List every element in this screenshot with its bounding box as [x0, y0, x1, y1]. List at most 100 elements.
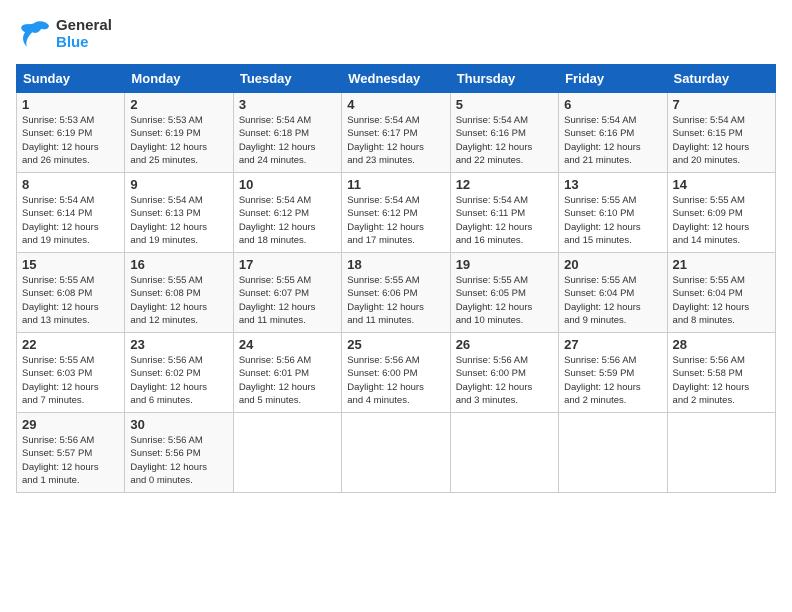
- day-number: 13: [564, 177, 661, 192]
- calendar-cell: 4 Sunrise: 5:54 AM Sunset: 6:17 PM Daylig…: [342, 93, 450, 173]
- calendar-cell: 28 Sunrise: 5:56 AM Sunset: 5:58 PM Dayli…: [667, 333, 775, 413]
- calendar-cell: 12 Sunrise: 5:54 AM Sunset: 6:11 PM Dayli…: [450, 173, 558, 253]
- day-info: Sunrise: 5:53 AM Sunset: 6:19 PM Dayligh…: [130, 114, 227, 167]
- day-number: 28: [673, 337, 770, 352]
- day-number: 15: [22, 257, 119, 272]
- header-wednesday: Wednesday: [342, 65, 450, 93]
- day-info: Sunrise: 5:56 AM Sunset: 6:01 PM Dayligh…: [239, 354, 336, 407]
- day-number: 22: [22, 337, 119, 352]
- header-friday: Friday: [559, 65, 667, 93]
- calendar-cell: 26 Sunrise: 5:56 AM Sunset: 6:00 PM Dayli…: [450, 333, 558, 413]
- week-row-2: 8 Sunrise: 5:54 AM Sunset: 6:14 PM Daylig…: [17, 173, 776, 253]
- day-info: Sunrise: 5:55 AM Sunset: 6:05 PM Dayligh…: [456, 274, 553, 327]
- day-number: 26: [456, 337, 553, 352]
- calendar-cell: 29 Sunrise: 5:56 AM Sunset: 5:57 PM Dayli…: [17, 413, 125, 493]
- day-number: 3: [239, 97, 336, 112]
- calendar-cell: [559, 413, 667, 493]
- day-number: 12: [456, 177, 553, 192]
- day-info: Sunrise: 5:53 AM Sunset: 6:19 PM Dayligh…: [22, 114, 119, 167]
- day-info: Sunrise: 5:56 AM Sunset: 5:57 PM Dayligh…: [22, 434, 119, 487]
- day-info: Sunrise: 5:54 AM Sunset: 6:11 PM Dayligh…: [456, 194, 553, 247]
- calendar-cell: 25 Sunrise: 5:56 AM Sunset: 6:00 PM Dayli…: [342, 333, 450, 413]
- day-number: 11: [347, 177, 444, 192]
- day-number: 7: [673, 97, 770, 112]
- header-saturday: Saturday: [667, 65, 775, 93]
- calendar-cell: 1 Sunrise: 5:53 AM Sunset: 6:19 PM Daylig…: [17, 93, 125, 173]
- calendar-cell: 3 Sunrise: 5:54 AM Sunset: 6:18 PM Daylig…: [233, 93, 341, 173]
- calendar-cell: 8 Sunrise: 5:54 AM Sunset: 6:14 PM Daylig…: [17, 173, 125, 253]
- day-number: 25: [347, 337, 444, 352]
- day-number: 30: [130, 417, 227, 432]
- calendar-cell: 10Sunrise: 5:54 AM Sunset: 6:12 PM Dayli…: [233, 173, 341, 253]
- day-info: Sunrise: 5:54 AM Sunset: 6:12 PM Dayligh…: [239, 194, 336, 247]
- day-info: Sunrise: 5:55 AM Sunset: 6:10 PM Dayligh…: [564, 194, 661, 247]
- day-info: Sunrise: 5:54 AM Sunset: 6:15 PM Dayligh…: [673, 114, 770, 167]
- calendar-cell: 7 Sunrise: 5:54 AM Sunset: 6:15 PM Daylig…: [667, 93, 775, 173]
- day-info: Sunrise: 5:56 AM Sunset: 5:58 PM Dayligh…: [673, 354, 770, 407]
- calendar-cell: 22 Sunrise: 5:55 AM Sunset: 6:03 PM Dayli…: [17, 333, 125, 413]
- day-info: Sunrise: 5:56 AM Sunset: 6:00 PM Dayligh…: [347, 354, 444, 407]
- day-number: 1: [22, 97, 119, 112]
- day-info: Sunrise: 5:55 AM Sunset: 6:03 PM Dayligh…: [22, 354, 119, 407]
- calendar-cell: [342, 413, 450, 493]
- calendar-cell: 2 Sunrise: 5:53 AM Sunset: 6:19 PM Daylig…: [125, 93, 233, 173]
- calendar-cell: 23 Sunrise: 5:56 AM Sunset: 6:02 PM Dayli…: [125, 333, 233, 413]
- calendar-cell: 24 Sunrise: 5:56 AM Sunset: 6:01 PM Dayli…: [233, 333, 341, 413]
- day-number: 19: [456, 257, 553, 272]
- calendar-cell: 14 Sunrise: 5:55 AM Sunset: 6:09 PM Dayli…: [667, 173, 775, 253]
- day-number: 6: [564, 97, 661, 112]
- day-info: Sunrise: 5:55 AM Sunset: 6:07 PM Dayligh…: [239, 274, 336, 327]
- calendar-cell: [667, 413, 775, 493]
- calendar-cell: 19 Sunrise: 5:55 AM Sunset: 6:05 PM Dayli…: [450, 253, 558, 333]
- day-info: Sunrise: 5:55 AM Sunset: 6:06 PM Dayligh…: [347, 274, 444, 327]
- calendar-cell: 11 Sunrise: 5:54 AM Sunset: 6:12 PM Dayli…: [342, 173, 450, 253]
- logo: General Blue: [16, 16, 112, 52]
- week-row-1: 1 Sunrise: 5:53 AM Sunset: 6:19 PM Daylig…: [17, 93, 776, 173]
- day-number: 29: [22, 417, 119, 432]
- day-info: Sunrise: 5:54 AM Sunset: 6:14 PM Dayligh…: [22, 194, 119, 247]
- day-number: 2: [130, 97, 227, 112]
- day-number: 24: [239, 337, 336, 352]
- week-row-4: 22 Sunrise: 5:55 AM Sunset: 6:03 PM Dayli…: [17, 333, 776, 413]
- day-info: Sunrise: 5:54 AM Sunset: 6:13 PM Dayligh…: [130, 194, 227, 247]
- day-number: 23: [130, 337, 227, 352]
- day-info: Sunrise: 5:54 AM Sunset: 6:12 PM Dayligh…: [347, 194, 444, 247]
- week-row-3: 15 Sunrise: 5:55 AM Sunset: 6:08 PM Dayli…: [17, 253, 776, 333]
- day-info: Sunrise: 5:56 AM Sunset: 6:00 PM Dayligh…: [456, 354, 553, 407]
- header-tuesday: Tuesday: [233, 65, 341, 93]
- day-number: 5: [456, 97, 553, 112]
- week-row-5: 29 Sunrise: 5:56 AM Sunset: 5:57 PM Dayli…: [17, 413, 776, 493]
- page-header: General Blue: [16, 16, 776, 52]
- day-number: 17: [239, 257, 336, 272]
- day-info: Sunrise: 5:56 AM Sunset: 6:02 PM Dayligh…: [130, 354, 227, 407]
- day-info: Sunrise: 5:55 AM Sunset: 6:04 PM Dayligh…: [564, 274, 661, 327]
- calendar-cell: [450, 413, 558, 493]
- header-monday: Monday: [125, 65, 233, 93]
- calendar-table: SundayMondayTuesdayWednesdayThursdayFrid…: [16, 64, 776, 493]
- day-info: Sunrise: 5:54 AM Sunset: 6:16 PM Dayligh…: [564, 114, 661, 167]
- day-number: 18: [347, 257, 444, 272]
- day-info: Sunrise: 5:55 AM Sunset: 6:08 PM Dayligh…: [130, 274, 227, 327]
- day-number: 4: [347, 97, 444, 112]
- day-info: Sunrise: 5:54 AM Sunset: 6:17 PM Dayligh…: [347, 114, 444, 167]
- calendar-cell: 27Sunrise: 5:56 AM Sunset: 5:59 PM Dayli…: [559, 333, 667, 413]
- calendar-cell: 16 Sunrise: 5:55 AM Sunset: 6:08 PM Dayli…: [125, 253, 233, 333]
- calendar-cell: 5Sunrise: 5:54 AM Sunset: 6:16 PM Daylig…: [450, 93, 558, 173]
- header-thursday: Thursday: [450, 65, 558, 93]
- logo-bird-icon: [16, 16, 52, 52]
- day-number: 20: [564, 257, 661, 272]
- calendar-cell: 15 Sunrise: 5:55 AM Sunset: 6:08 PM Dayli…: [17, 253, 125, 333]
- calendar-cell: 17 Sunrise: 5:55 AM Sunset: 6:07 PM Dayli…: [233, 253, 341, 333]
- header-sunday: Sunday: [17, 65, 125, 93]
- calendar-header-row: SundayMondayTuesdayWednesdayThursdayFrid…: [17, 65, 776, 93]
- day-number: 8: [22, 177, 119, 192]
- calendar-cell: 9Sunrise: 5:54 AM Sunset: 6:13 PM Daylig…: [125, 173, 233, 253]
- calendar-cell: 30Sunrise: 5:56 AM Sunset: 5:56 PM Dayli…: [125, 413, 233, 493]
- day-number: 14: [673, 177, 770, 192]
- day-info: Sunrise: 5:55 AM Sunset: 6:08 PM Dayligh…: [22, 274, 119, 327]
- day-number: 27: [564, 337, 661, 352]
- calendar-cell: 21Sunrise: 5:55 AM Sunset: 6:04 PM Dayli…: [667, 253, 775, 333]
- day-info: Sunrise: 5:55 AM Sunset: 6:09 PM Dayligh…: [673, 194, 770, 247]
- day-number: 16: [130, 257, 227, 272]
- day-info: Sunrise: 5:54 AM Sunset: 6:18 PM Dayligh…: [239, 114, 336, 167]
